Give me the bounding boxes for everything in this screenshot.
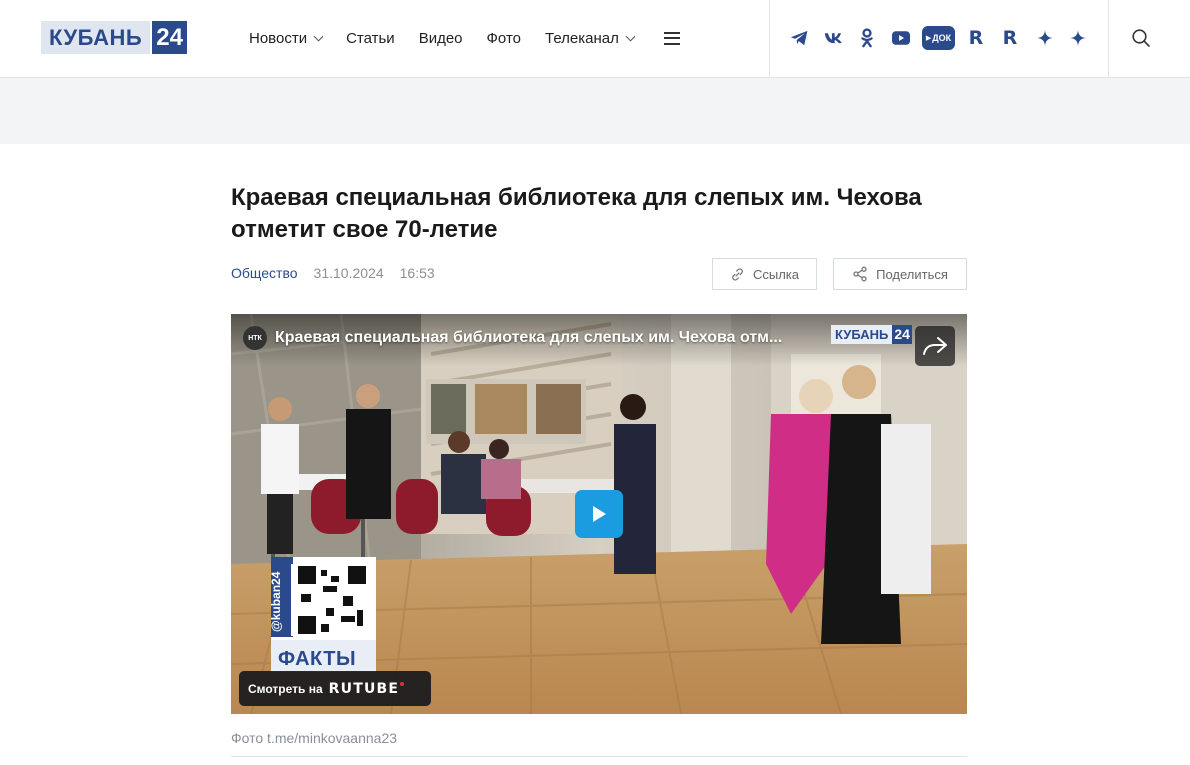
dok-icon[interactable]: ▶ ДОК <box>922 26 955 50</box>
nav-item-label: Статьи <box>346 29 395 47</box>
nav-item-label: Видео <box>418 29 463 47</box>
site-header: КУБАНЬ 24 Новости Статьи Видео Фото Теле… <box>0 0 1190 78</box>
video-share-icon[interactable] <box>915 326 955 366</box>
telegram-icon[interactable] <box>789 27 809 49</box>
site-logo[interactable]: КУБАНЬ 24 <box>41 21 187 54</box>
photo-caption: Фото t.me/minkovaanna23 <box>231 730 398 746</box>
article-time: 16:53 <box>399 265 435 281</box>
share-button[interactable]: Поделиться <box>833 258 967 290</box>
copy-link-button[interactable]: Ссылка <box>712 258 817 290</box>
rutube-dot-icon <box>400 681 405 686</box>
link-icon <box>732 267 743 281</box>
rutube-icon[interactable]: R <box>968 27 984 49</box>
dok-label: ДОК <box>932 33 952 43</box>
youtube-icon[interactable] <box>891 27 911 49</box>
watermark-number: 24 <box>892 325 912 344</box>
rutube-brand: RUTUBE <box>328 680 400 697</box>
qr-label: ФАКТЫ <box>278 648 357 670</box>
watch-on-rutube-button[interactable]: Смотреть на RUTUBE <box>239 671 431 706</box>
nav-item-news[interactable]: Новости <box>249 29 324 47</box>
main-nav: Новости Статьи Видео Фото Телеканал <box>249 26 680 50</box>
caption-divider <box>231 756 967 757</box>
logo-text: КУБАНЬ <box>41 21 151 54</box>
share-label: Поделиться <box>876 266 948 282</box>
rutube-icon[interactable]: R <box>1002 27 1018 49</box>
article-category[interactable]: Общество <box>231 265 298 281</box>
play-button[interactable] <box>575 490 623 538</box>
logo-number: 24 <box>150 21 187 54</box>
article-title: Краевая специальная библиотека для слепы… <box>231 184 922 243</box>
copy-link-label: Ссылка <box>752 266 800 282</box>
odnoklassniki-icon[interactable] <box>858 27 876 49</box>
search-icon[interactable] <box>1130 27 1152 49</box>
play-icon <box>593 506 606 522</box>
chevron-down-icon <box>625 31 636 41</box>
ad-banner-placeholder <box>0 78 1190 144</box>
rutube-label: R <box>1002 27 1018 49</box>
rutube-label: R <box>968 27 984 49</box>
hamburger-icon[interactable] <box>663 31 680 45</box>
video-title[interactable]: Краевая специальная библиотека для слепы… <box>275 329 782 347</box>
qr-handle: @kuban24 <box>269 571 283 632</box>
channel-badge-label: НТК <box>248 334 262 342</box>
nav-item-label: Телеканал <box>545 29 619 47</box>
dzen-icon[interactable] <box>1069 27 1087 49</box>
nav-item-tv-channel[interactable]: Телеканал <box>545 29 636 47</box>
watch-on-prefix: Смотреть на <box>248 681 323 696</box>
article-date: 31.10.2024 <box>313 265 384 281</box>
nav-item-video[interactable]: Видео <box>419 30 463 47</box>
article-meta: Общество 31.10.2024 16:53 <box>231 265 451 281</box>
vk-icon[interactable] <box>823 27 843 49</box>
watermark-text: КУБАНЬ <box>831 325 893 344</box>
chevron-down-icon <box>313 31 324 41</box>
nav-item-label: Новости <box>249 29 308 47</box>
video-player[interactable]: @kuban24 ФАКТЫ НТК Краевая специальная б… <box>231 314 967 714</box>
nav-item-articles[interactable]: Статьи <box>346 30 395 47</box>
share-icon <box>853 266 867 282</box>
dzen-icon[interactable] <box>1036 27 1054 49</box>
watermark-logo: КУБАНЬ 24 <box>831 325 912 344</box>
nav-item-label: Фото <box>486 29 521 47</box>
nav-item-photo[interactable]: Фото <box>487 30 521 47</box>
channel-badge[interactable]: НТК <box>243 326 267 350</box>
